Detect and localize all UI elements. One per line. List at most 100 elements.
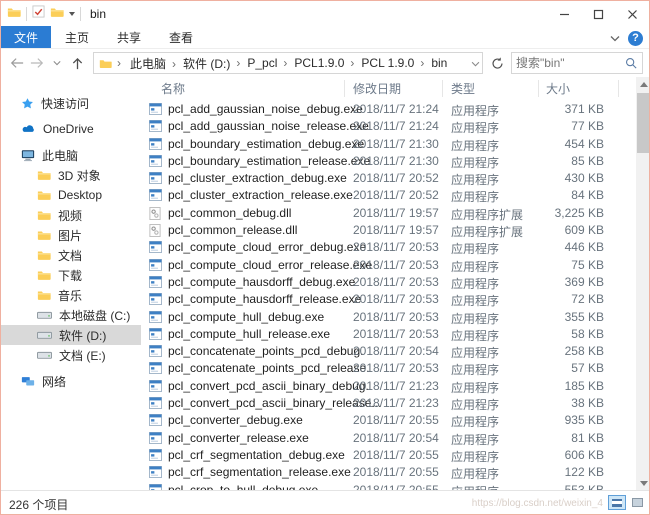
column-divider[interactable]	[344, 80, 345, 97]
close-button[interactable]	[615, 1, 649, 27]
ribbon-tab-home[interactable]: 主页	[51, 26, 103, 48]
file-row[interactable]: pcl_crf_segmentation_debug.exe 2018/11/7 …	[141, 447, 636, 464]
file-row[interactable]: pcl_add_gaussian_noise_release.exe 2018/1…	[141, 118, 636, 135]
sidebar-item-label: 文档 (E:)	[59, 348, 106, 363]
file-size: 185 KB	[564, 378, 604, 393]
forward-button[interactable]	[27, 52, 47, 74]
help-icon[interactable]: ?	[628, 30, 643, 46]
sidebar-item-drive-e[interactable]: 文档 (E:)	[1, 345, 141, 365]
column-header-name[interactable]: 名称	[161, 80, 185, 97]
file-row[interactable]: pcl_compute_cloud_error_release.exe 2018/…	[141, 257, 636, 274]
file-row[interactable]: pcl_converter_debug.exe 2018/11/7 20:55 应用…	[141, 412, 636, 429]
up-button[interactable]	[67, 52, 87, 74]
file-type: 应用程序	[451, 242, 500, 257]
search-input[interactable]	[512, 56, 620, 70]
file-row[interactable]: pcl_compute_hausdorff_release.exe 2018/11…	[141, 291, 636, 308]
sidebar-item-quick-access[interactable]: 快速访问	[1, 93, 141, 113]
file-type: 应用程序	[451, 328, 500, 343]
scroll-down-icon[interactable]	[636, 476, 649, 491]
new-folder-icon[interactable]	[50, 5, 64, 23]
sidebar-item-3d-objects[interactable]: 3D 对象	[1, 165, 141, 185]
breadcrumb-item[interactable]: bin	[417, 54, 450, 72]
title-bar: bin	[1, 1, 649, 27]
file-row[interactable]: pcl_crf_segmentation_release.exe 2018/11/…	[141, 464, 636, 481]
breadcrumb-item[interactable]: P_pcl	[233, 54, 280, 72]
maximize-button[interactable]	[581, 1, 615, 27]
sidebar-item-this-pc[interactable]: 此电脑	[1, 145, 141, 165]
minimize-button[interactable]	[547, 1, 581, 27]
file-row[interactable]: pcl_boundary_estimation_release.exe 2018/…	[141, 153, 636, 170]
file-size: 3,225 KB	[554, 205, 604, 220]
scroll-up-icon[interactable]	[636, 77, 649, 92]
sidebar-item-network[interactable]: 网络	[1, 371, 141, 391]
details-view-icon[interactable]	[608, 495, 626, 510]
sidebar-item-onedrive[interactable]: OneDrive	[1, 119, 141, 139]
exe-file-icon	[149, 362, 162, 377]
sidebar-item-documents[interactable]: 文档	[1, 245, 141, 265]
file-name: pcl_add_gaussian_noise_debug.exe	[168, 102, 363, 116]
file-row[interactable]: pcl_compute_hull_release.exe 2018/11/7 20…	[141, 326, 636, 343]
address-box[interactable]: › 此电脑软件 (D:)P_pclPCL1.9.0PCL 1.9.0bin	[93, 52, 483, 74]
sidebar-item-downloads[interactable]: 下载	[1, 265, 141, 285]
properties-check-icon[interactable]	[32, 5, 45, 23]
address-dropdown-icon[interactable]	[471, 54, 480, 72]
recent-locations-icon[interactable]	[47, 52, 67, 74]
sidebar-item-desktop[interactable]: Desktop	[1, 185, 141, 205]
file-size: 84 KB	[571, 188, 604, 203]
file-type: 应用程序	[451, 173, 500, 188]
breadcrumb-item[interactable]: PCL 1.9.0	[347, 54, 417, 72]
file-row[interactable]: pcl_compute_hausdorff_debug.exe 2018/11/7…	[141, 274, 636, 291]
breadcrumb-item[interactable]: PCL1.9.0	[280, 54, 347, 72]
qat-dropdown-icon[interactable]	[69, 12, 75, 16]
exe-file-icon	[149, 172, 162, 187]
sidebar-item-drive-d[interactable]: 软件 (D:)	[1, 325, 141, 345]
ribbon-tab-share[interactable]: 共享	[103, 26, 155, 48]
breadcrumb-item[interactable]: 此电脑	[127, 53, 169, 74]
file-row[interactable]: pcl_add_gaussian_noise_debug.exe 2018/11/…	[141, 101, 636, 118]
file-name: pcl_convert_pcd_ascii_binary_release...	[168, 396, 382, 411]
sidebar-item-videos[interactable]: 视频	[1, 205, 141, 225]
sidebar-item-pictures[interactable]: 图片	[1, 225, 141, 245]
sidebar-item-music[interactable]: 音乐	[1, 285, 141, 305]
file-row[interactable]: pcl_boundary_estimation_debug.exe 2018/11…	[141, 136, 636, 153]
breadcrumb-item[interactable]: 软件 (D:)	[169, 53, 233, 74]
file-row[interactable]: pcl_common_release.dll 2018/11/7 19:57 应用程…	[141, 222, 636, 239]
file-row[interactable]: pcl_convert_pcd_ascii_binary_release... 2…	[141, 395, 636, 412]
file-type: 应用程序	[451, 155, 500, 170]
file-row[interactable]: pcl_cluster_extraction_release.exe 2018/1…	[141, 187, 636, 204]
file-row[interactable]: pcl_convert_pcd_ascii_binary_debug. 2018/…	[141, 378, 636, 395]
column-header-date[interactable]: 修改日期	[353, 80, 401, 97]
ribbon-tab-view[interactable]: 查看	[155, 26, 207, 48]
ribbon-tab-file[interactable]: 文件	[1, 26, 52, 48]
column-divider[interactable]	[618, 80, 619, 97]
column-header-size[interactable]: 大小	[546, 80, 570, 97]
file-date: 2018/11/7 19:57	[353, 205, 439, 220]
file-size: 58 KB	[571, 326, 604, 341]
file-row[interactable]: pcl_common_debug.dll 2018/11/7 19:57 应用程序扩…	[141, 205, 636, 222]
sidebar-item-label: 本地磁盘 (C:)	[59, 308, 131, 323]
file-row[interactable]: pcl_concatenate_points_pcd_debug. 2018/11…	[141, 343, 636, 360]
file-name: pcl_compute_hull_release.exe	[168, 326, 331, 341]
column-header-type[interactable]: 类型	[451, 80, 475, 97]
scrollbar-thumb[interactable]	[637, 93, 649, 153]
exe-file-icon	[149, 327, 162, 343]
large-icons-view-icon[interactable]	[628, 495, 646, 510]
file-row[interactable]: pcl_concatenate_points_pcd_release. 2018/…	[141, 360, 636, 377]
dll-file-icon	[149, 224, 161, 240]
expand-ribbon-icon[interactable]	[610, 29, 620, 47]
sidebar-item-drive-c[interactable]: 本地磁盘 (C:)	[1, 305, 141, 325]
column-divider[interactable]	[538, 80, 539, 97]
exe-file-icon	[149, 379, 162, 395]
file-row[interactable]: pcl_converter_release.exe 2018/11/7 20:54…	[141, 430, 636, 447]
file-date: 2018/11/7 20:54	[353, 430, 439, 445]
vertical-scrollbar[interactable]	[636, 77, 649, 491]
refresh-icon[interactable]	[487, 52, 507, 74]
column-divider[interactable]	[442, 80, 443, 97]
file-row[interactable]: pcl_compute_cloud_error_debug.exe 2018/11…	[141, 239, 636, 256]
file-size: 446 KB	[564, 240, 604, 255]
search-icon[interactable]	[620, 57, 642, 69]
file-row[interactable]: pcl_cluster_extraction_debug.exe 2018/11/…	[141, 170, 636, 187]
back-button[interactable]	[7, 52, 27, 74]
file-row[interactable]: pcl_compute_hull_debug.exe 2018/11/7 20:5…	[141, 309, 636, 326]
file-type: 应用程序	[451, 294, 500, 309]
